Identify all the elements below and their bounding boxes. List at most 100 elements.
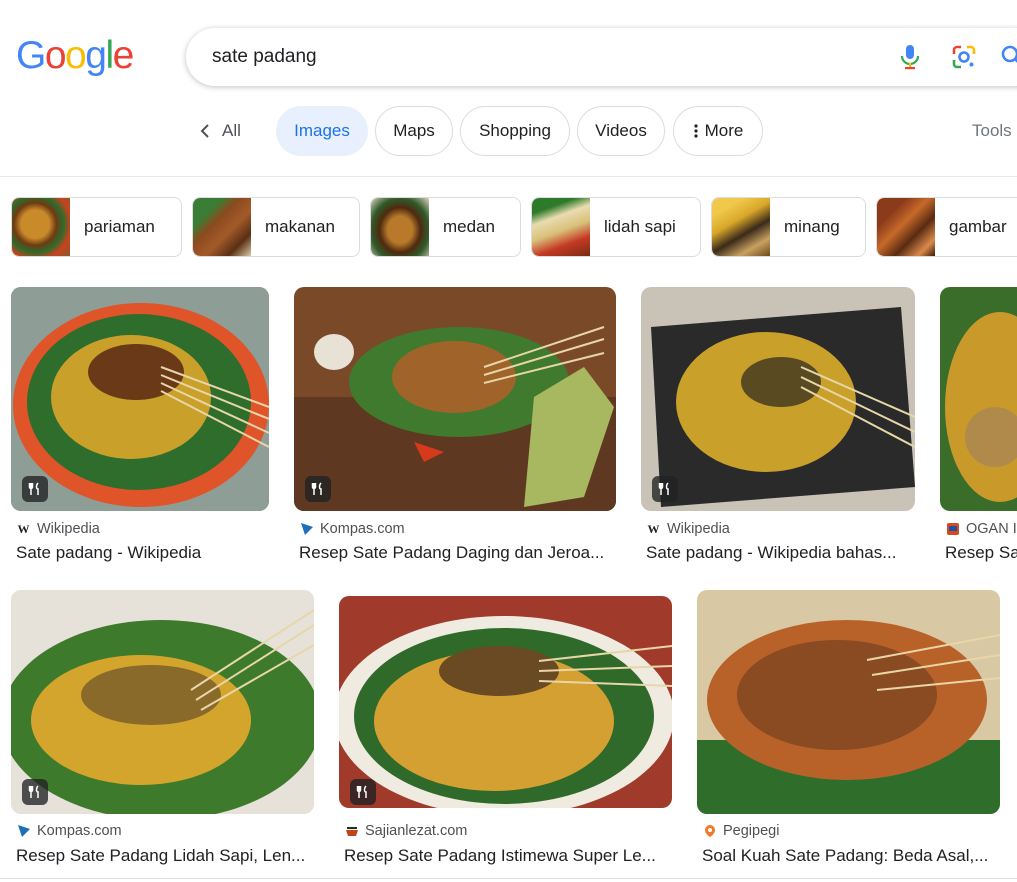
- refinement-chip-label: pariaman: [84, 217, 155, 236]
- result-source-label: Wikipedia: [37, 521, 100, 537]
- refinement-chip[interactable]: gambar: [876, 197, 1017, 257]
- refinement-chip[interactable]: minang: [711, 197, 866, 257]
- tab-videos[interactable]: Videos: [577, 106, 665, 156]
- result-source-label: Kompas.com: [320, 521, 405, 537]
- refinement-chip-label: gambar: [949, 217, 1007, 236]
- result-title[interactable]: Resep Sate Padang Daging dan Jeroa...: [299, 543, 621, 563]
- result-source[interactable]: OGAN IL: [945, 521, 1017, 537]
- logo-letter: e: [112, 34, 135, 77]
- refinement-chip-label: minang: [784, 217, 840, 236]
- recipe-icon: [652, 476, 678, 502]
- chip-thumbnail: [12, 198, 70, 256]
- sate-photo: [11, 287, 269, 511]
- result-title[interactable]: Resep Sa: [945, 543, 1017, 563]
- tab-images[interactable]: Images: [276, 106, 368, 156]
- bottom-divider: [0, 878, 1017, 879]
- sate-photo: [641, 287, 915, 511]
- result-source-label: Kompas.com: [37, 823, 122, 839]
- result-image[interactable]: [697, 590, 1000, 814]
- logo-letter: l: [105, 34, 114, 77]
- result-source[interactable]: Kompas.com: [16, 823, 122, 839]
- refinement-chip[interactable]: makanan: [192, 197, 360, 257]
- header-divider: [0, 176, 1017, 177]
- result-source-label: Sajianlezat.com: [365, 823, 468, 839]
- result-title[interactable]: Sate padang - Wikipedia bahas...: [646, 543, 920, 563]
- refinement-chip[interactable]: lidah sapi: [531, 197, 701, 257]
- recipe-icon: [22, 779, 48, 805]
- tab-more-label: More: [704, 121, 744, 140]
- logo-letter: G: [16, 34, 46, 77]
- mic-icon[interactable]: [898, 44, 922, 70]
- ogan-icon: [945, 522, 960, 537]
- wikipedia-icon: W: [17, 521, 30, 536]
- result-image[interactable]: [641, 287, 915, 511]
- search-tabs: All Images Maps Shopping Videos More Too…: [0, 106, 1017, 156]
- result-source[interactable]: W Wikipedia: [16, 521, 100, 537]
- tab-videos-label: Videos: [595, 121, 647, 140]
- tab-maps-label: Maps: [393, 121, 435, 140]
- tab-all-label: All: [222, 121, 241, 140]
- result-image[interactable]: [940, 287, 1017, 511]
- tab-images-label: Images: [294, 121, 350, 140]
- image-result[interactable]: Pegipegi Soal Kuah Sate Padang: Beda Asa…: [697, 590, 1000, 878]
- refinement-chip[interactable]: medan: [370, 197, 521, 257]
- chip-thumbnail: [532, 198, 590, 256]
- sate-photo: [339, 596, 672, 808]
- tools-button[interactable]: Tools: [972, 106, 1012, 156]
- sate-photo: [11, 590, 314, 814]
- result-image[interactable]: [11, 590, 314, 814]
- result-title[interactable]: Sate padang - Wikipedia: [16, 543, 274, 563]
- image-result[interactable]: Sajianlezat.com Resep Sate Padang Istime…: [339, 596, 672, 878]
- result-title[interactable]: Resep Sate Padang Istimewa Super Le...: [344, 846, 677, 866]
- tab-maps[interactable]: Maps: [375, 106, 453, 156]
- chip-thumbnail: [193, 198, 251, 256]
- search-box: [186, 28, 1017, 86]
- recipe-icon: [305, 476, 331, 502]
- result-image[interactable]: [339, 596, 672, 808]
- chevron-left-icon: [200, 124, 209, 138]
- result-image[interactable]: [11, 287, 269, 511]
- result-source[interactable]: Pegipegi: [702, 823, 779, 839]
- logo-letter: o: [44, 34, 67, 77]
- logo-letter: o: [65, 34, 87, 77]
- result-source[interactable]: W Wikipedia: [646, 521, 730, 537]
- kompas-icon: [299, 522, 314, 537]
- refinement-chip-label: lidah sapi: [604, 217, 676, 236]
- result-title[interactable]: Resep Sate Padang Lidah Sapi, Len...: [16, 846, 319, 866]
- result-image[interactable]: [294, 287, 616, 511]
- chip-thumbnail: [371, 198, 429, 256]
- tab-all[interactable]: All: [200, 106, 241, 156]
- tab-shopping-label: Shopping: [479, 121, 551, 140]
- google-logo[interactable]: Google: [16, 34, 135, 77]
- sate-photo: [697, 590, 1000, 814]
- search-input[interactable]: [212, 28, 852, 86]
- tab-shopping[interactable]: Shopping: [460, 106, 570, 156]
- recipe-icon: [350, 779, 376, 805]
- chip-thumbnail: [877, 198, 935, 256]
- more-vert-icon: [694, 124, 698, 138]
- image-result[interactable]: W Wikipedia Sate padang - Wikipedia: [11, 287, 269, 577]
- search-icon[interactable]: [1000, 44, 1017, 70]
- result-source-label: OGAN IL: [966, 521, 1017, 537]
- recipe-icon: [22, 476, 48, 502]
- refinement-chip-label: makanan: [265, 217, 335, 236]
- result-source[interactable]: Kompas.com: [299, 521, 405, 537]
- refinement-chip[interactable]: pariaman: [11, 197, 182, 257]
- refinement-chip-label: medan: [443, 217, 495, 236]
- chip-thumbnail: [712, 198, 770, 256]
- result-source-label: Pegipegi: [723, 823, 780, 839]
- image-result[interactable]: W Wikipedia Sate padang - Wikipedia baha…: [641, 287, 915, 577]
- tab-more[interactable]: More: [673, 106, 763, 156]
- image-result[interactable]: Kompas.com Resep Sate Padang Lidah Sapi,…: [11, 590, 314, 878]
- sate-photo: [940, 287, 1017, 511]
- result-title[interactable]: Soal Kuah Sate Padang: Beda Asal,...: [702, 846, 1005, 866]
- google-lens-icon[interactable]: [951, 44, 977, 70]
- result-source[interactable]: Sajianlezat.com: [344, 823, 467, 839]
- wikipedia-icon: W: [647, 521, 660, 536]
- sajianlezat-icon: [344, 824, 359, 839]
- result-source-label: Wikipedia: [667, 521, 730, 537]
- kompas-icon: [16, 824, 31, 839]
- image-result[interactable]: Kompas.com Resep Sate Padang Daging dan …: [294, 287, 616, 577]
- image-result[interactable]: OGAN IL Resep Sa: [940, 287, 1017, 577]
- sate-photo: [294, 287, 616, 511]
